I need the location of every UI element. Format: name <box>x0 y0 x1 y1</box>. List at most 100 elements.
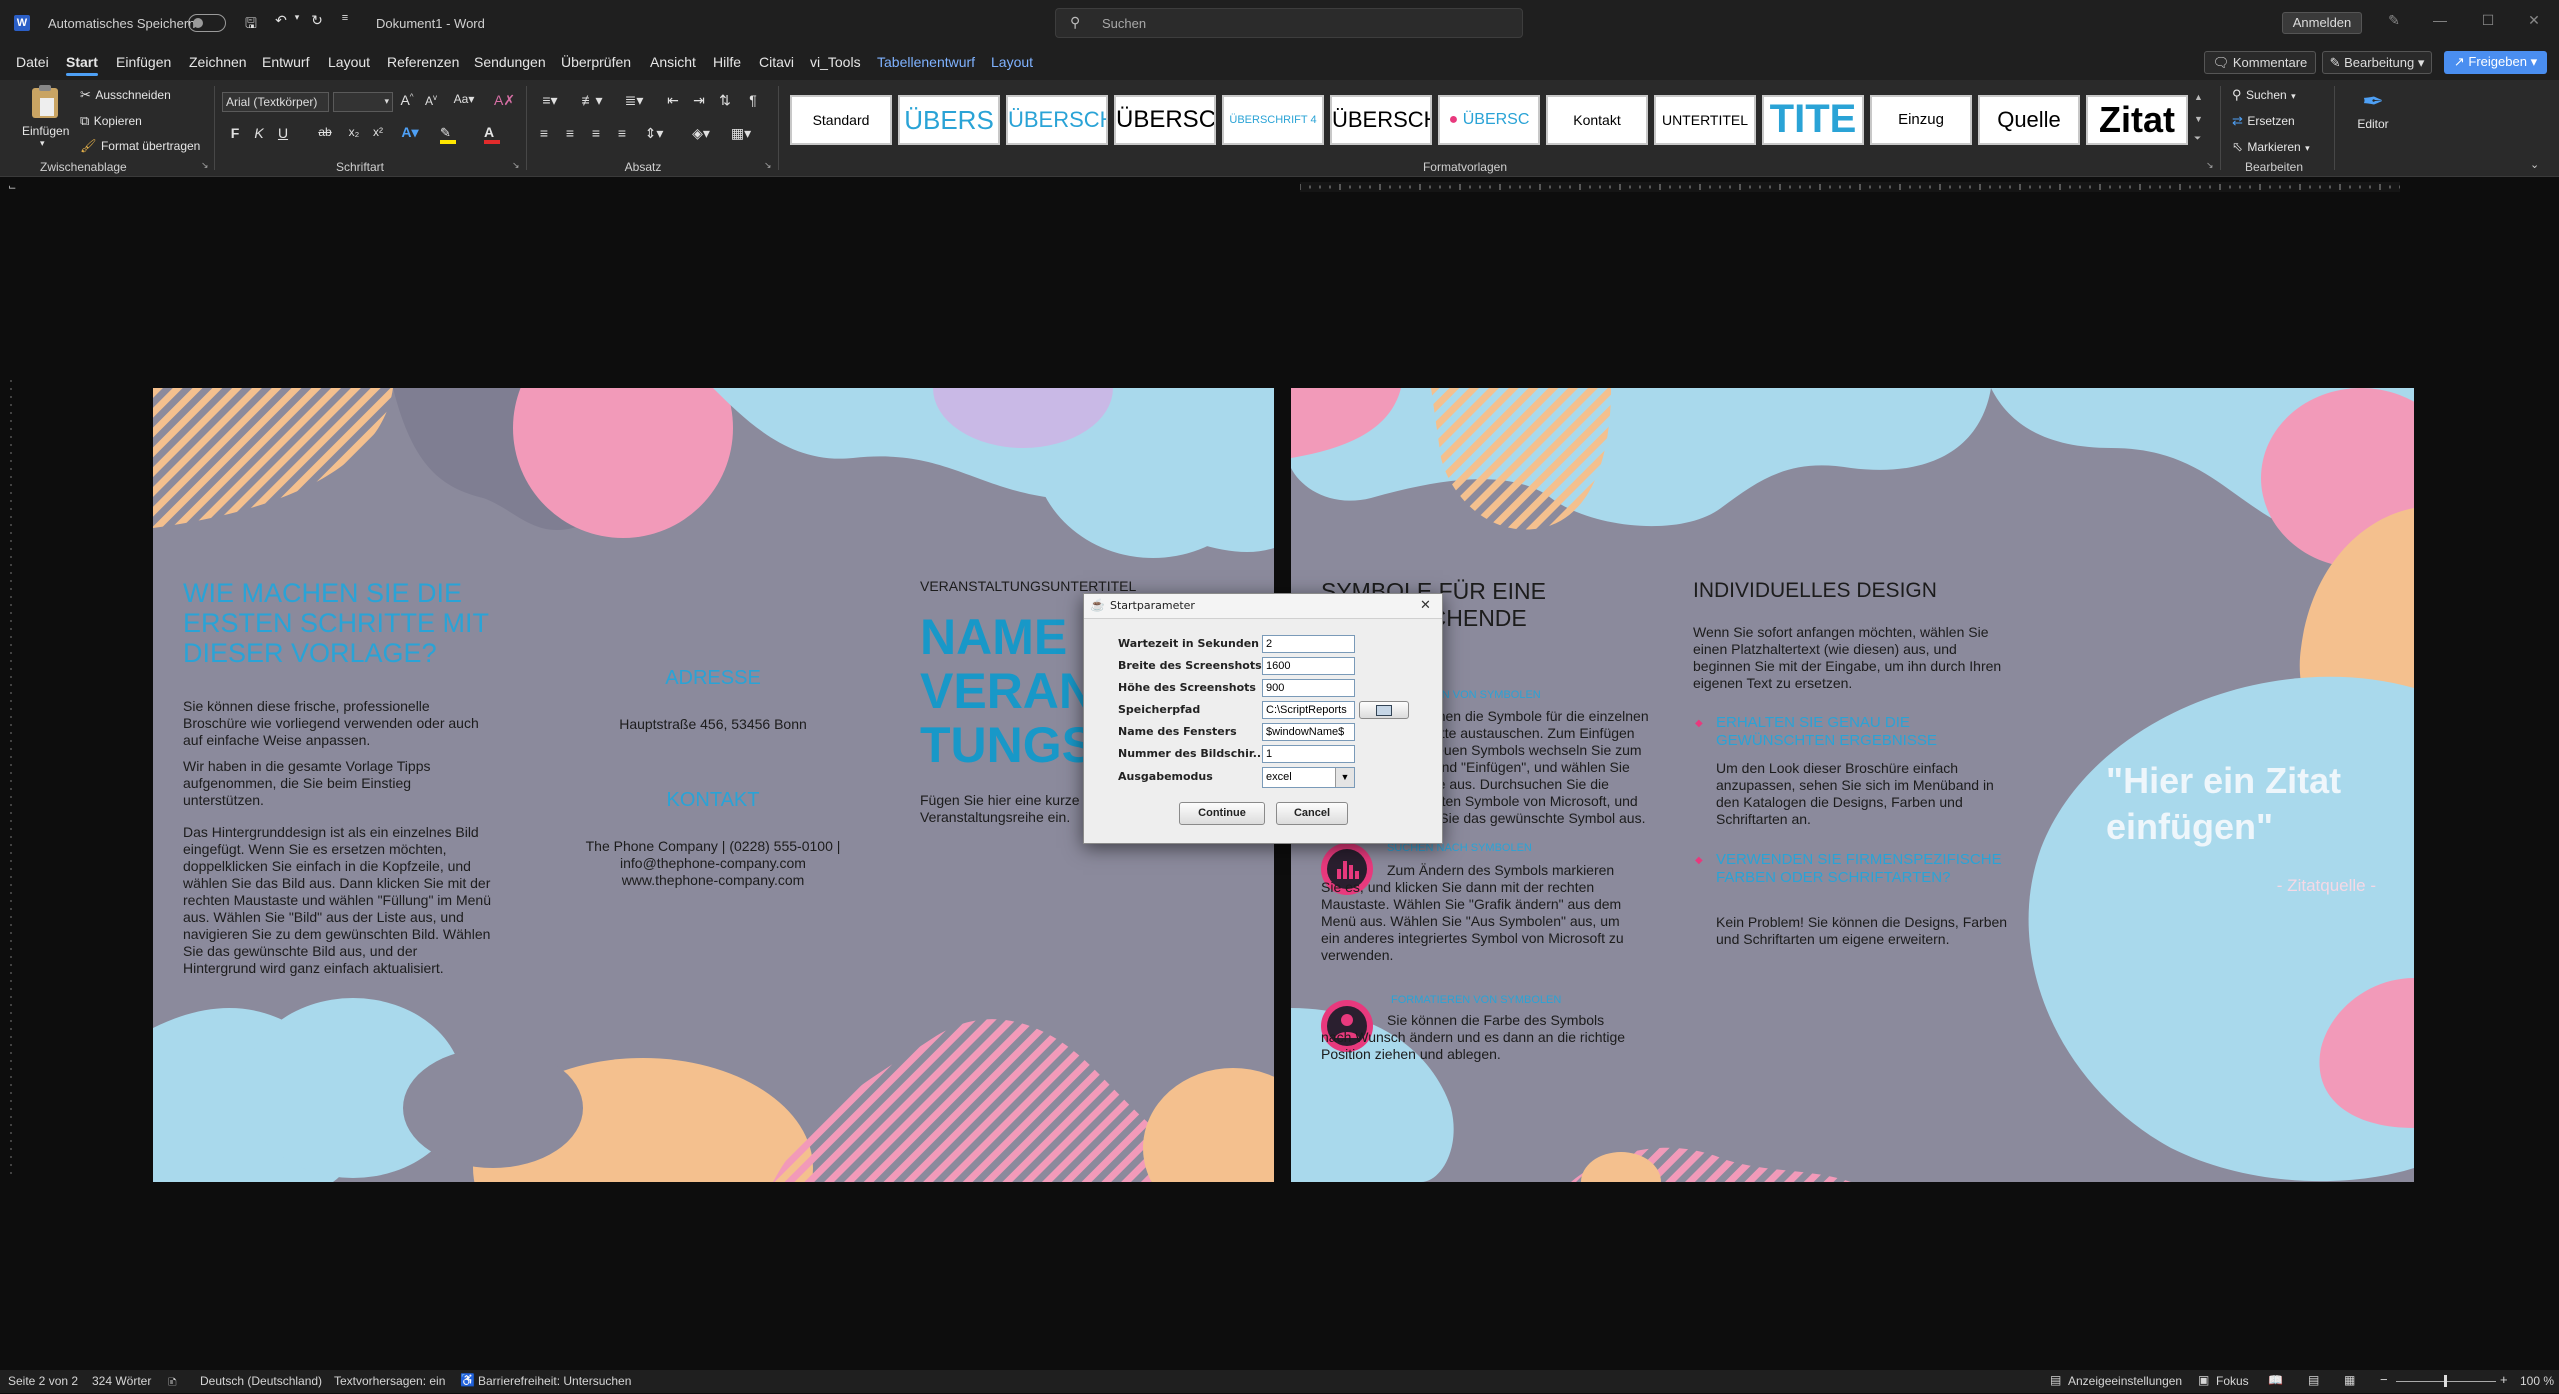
zoom-in-icon[interactable]: + <box>2500 1372 2508 1387</box>
share-button[interactable]: ↗ Freigeben ▾ <box>2444 51 2547 74</box>
tab-ansicht[interactable]: Ansicht <box>650 54 696 70</box>
line-spacing-icon[interactable]: ⇕▾ <box>640 125 668 142</box>
tab-entwurf[interactable]: Entwurf <box>262 54 309 70</box>
style-heading-3[interactable]: ÜBERSC <box>1114 95 1216 145</box>
signin-button[interactable]: Anmelden <box>2282 12 2362 34</box>
undo-icon[interactable]: ↶ <box>272 12 290 29</box>
style-standard[interactable]: Standard <box>790 95 892 145</box>
customize-qat-icon[interactable]: ≡ <box>338 12 352 24</box>
underline-button[interactable]: U <box>276 125 290 141</box>
page-count[interactable]: Seite 2 von 2 <box>8 1374 78 1388</box>
cut-button[interactable]: ✂ Ausschneiden <box>80 86 171 104</box>
comments-button[interactable]: 🗨 Kommentare <box>2204 51 2316 74</box>
text-predictions[interactable]: Textvorhersagen: ein <box>334 1374 445 1388</box>
tab-hilfe[interactable]: Hilfe <box>713 54 741 70</box>
zoom-out-icon[interactable]: − <box>2380 1372 2388 1387</box>
continue-button[interactable]: Continue <box>1179 802 1265 825</box>
tab-sendungen[interactable]: Sendungen <box>474 54 546 70</box>
ruler-corner-icon[interactable]: ⌙ <box>8 182 16 193</box>
increase-indent-icon[interactable]: ⇥ <box>690 92 708 109</box>
tab-ueberpruefen[interactable]: Überprüfen <box>561 54 631 70</box>
screenshot-width-input[interactable]: 1600 <box>1262 657 1355 675</box>
highlight-icon[interactable]: ✎ <box>440 124 462 144</box>
tab-tabellenentwurf[interactable]: Tabellenentwurf <box>877 54 975 70</box>
pen-icon[interactable]: ✎ <box>2384 12 2404 29</box>
save-path-input[interactable]: C:\ScriptReports <box>1262 701 1355 719</box>
undo-dropdown-icon[interactable]: ▾ <box>292 12 302 23</box>
tab-layout[interactable]: Layout <box>328 54 370 70</box>
style-quelle[interactable]: Quelle <box>1978 95 2080 145</box>
tab-citavi[interactable]: Citavi <box>759 54 794 70</box>
paste-button[interactable]: Einfügen ▾ <box>18 85 74 148</box>
pilcrow-icon[interactable]: ¶ <box>744 92 762 108</box>
style-untertitel[interactable]: UNTERTITEL <box>1654 95 1756 145</box>
print-layout-icon[interactable]: ▤ <box>2308 1373 2319 1387</box>
tab-referenzen[interactable]: Referenzen <box>387 54 459 70</box>
text-effects-icon[interactable]: A▾ <box>398 124 422 141</box>
word-count[interactable]: 324 Wörter <box>92 1374 151 1388</box>
editing-mode-button[interactable]: ✎ Bearbeitung ▾ <box>2322 51 2432 74</box>
style-heading-5[interactable]: ÜBERSCH <box>1330 95 1432 145</box>
font-size-combo[interactable]: ▾ <box>333 92 393 112</box>
wait-time-input[interactable]: 2 <box>1262 635 1355 653</box>
restore-button[interactable]: ☐ <box>2476 12 2500 29</box>
dialog-launcher-icon[interactable]: ↘ <box>201 160 209 171</box>
horizontal-ruler[interactable] <box>1300 180 2400 194</box>
copy-button[interactable]: ⧉ Kopieren <box>80 112 142 130</box>
shading-icon[interactable]: ◈▾ <box>688 125 714 142</box>
save-icon[interactable]: 🖫 <box>242 13 260 37</box>
numbering-icon[interactable]: ≢▾ <box>578 92 606 109</box>
tab-einfuegen[interactable]: Einfügen <box>116 54 171 70</box>
align-right-icon[interactable]: ≡ <box>588 125 604 141</box>
style-bullet-heading[interactable]: ● ÜBERSC <box>1438 95 1540 145</box>
output-mode-select[interactable]: excel ▼ <box>1262 767 1355 788</box>
zoom-level[interactable]: 100 % <box>2520 1374 2554 1388</box>
style-einzug[interactable]: Einzug <box>1870 95 1972 145</box>
subscript-button[interactable]: x₂ <box>346 125 362 139</box>
format-painter-button[interactable]: 🖌 Format übertragen <box>80 137 200 155</box>
replace-button[interactable]: ⇄ Ersetzen <box>2232 112 2295 130</box>
tab-table-layout[interactable]: Layout <box>991 54 1033 70</box>
dialog-launcher-icon[interactable]: ↘ <box>764 160 772 171</box>
collapse-ribbon-icon[interactable]: ⌄ <box>2530 158 2539 171</box>
select-button[interactable]: ⬁ Markieren ▾ <box>2232 138 2310 156</box>
dialog-close-icon[interactable]: ✕ <box>1420 597 1431 613</box>
screenshot-height-input[interactable]: 900 <box>1262 679 1355 697</box>
zoom-slider-thumb[interactable] <box>2444 1375 2447 1387</box>
browse-folder-button[interactable] <box>1359 701 1409 719</box>
bold-button[interactable]: F <box>228 125 242 141</box>
cancel-button[interactable]: Cancel <box>1276 802 1348 825</box>
borders-icon[interactable]: ▦▾ <box>728 125 754 142</box>
style-titel[interactable]: TITE <box>1762 95 1864 145</box>
tab-zeichnen[interactable]: Zeichnen <box>189 54 247 70</box>
editor-button[interactable]: ✒ Editor <box>2348 86 2398 156</box>
minimize-button[interactable]: — <box>2428 12 2452 28</box>
search-box[interactable]: ⚲ Suchen <box>1055 8 1523 38</box>
strikethrough-button[interactable]: ab <box>316 125 334 139</box>
tab-datei[interactable]: Datei <box>16 54 49 70</box>
dialog-launcher-icon[interactable]: ↘ <box>2206 160 2214 171</box>
font-name-combo[interactable]: Arial (Textkörper) <box>222 92 329 112</box>
decrease-indent-icon[interactable]: ⇤ <box>664 92 682 109</box>
style-heading-2[interactable]: ÜBERSCH <box>1006 95 1108 145</box>
zoom-slider[interactable] <box>2396 1375 2496 1387</box>
align-center-icon[interactable]: ≡ <box>562 125 578 141</box>
italic-button[interactable]: K <box>252 125 266 141</box>
justify-icon[interactable]: ≡ <box>614 125 630 141</box>
dialog-launcher-icon[interactable]: ↘ <box>512 160 520 171</box>
screen-number-input[interactable]: 1 <box>1262 745 1355 763</box>
multilevel-list-icon[interactable]: ≣▾ <box>620 92 648 109</box>
web-layout-icon[interactable]: ▦ <box>2344 1373 2355 1387</box>
redo-icon[interactable]: ↻ <box>308 12 326 29</box>
style-zitat[interactable]: Zitat <box>2086 95 2188 145</box>
tab-start[interactable]: Start <box>66 54 98 76</box>
window-name-input[interactable]: $windowName$ <box>1262 723 1355 741</box>
page-2[interactable]: SYMBOLE FÜR EINE ENTSPRECHENDE WIRKUNG E… <box>1291 388 2414 1182</box>
focus-mode[interactable]: Fokus <box>2216 1374 2249 1388</box>
shrink-font-icon[interactable]: Av <box>422 93 440 108</box>
clear-formatting-icon[interactable]: A✗ <box>494 92 515 109</box>
proofing-icon[interactable]: 🗈 <box>168 1373 177 1394</box>
sort-icon[interactable]: ⇅ <box>716 92 734 109</box>
dialog-titlebar[interactable]: ☕ Startparameter ✕ <box>1084 594 1442 619</box>
styles-more-icon[interactable]: ⏷ <box>2194 133 2201 144</box>
